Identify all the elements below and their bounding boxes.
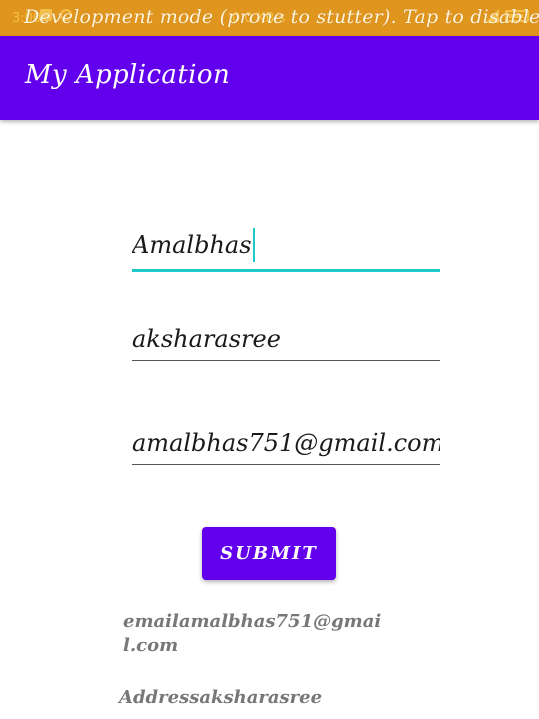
app-bar: My Application <box>0 36 539 120</box>
email-field-value[interactable]: amalbhas751@gmail.com <box>132 426 440 460</box>
app-screen: 3:00 0.0 KB/s Development mode (prone to… <box>0 0 539 719</box>
email-output-text: emailamalbhas751@gmail.com <box>123 611 382 656</box>
name-text: Amalbhas <box>132 231 252 259</box>
email-field-underline <box>132 464 440 465</box>
address-field-value[interactable]: aksharasree <box>132 322 440 356</box>
app-title: My Application <box>25 60 231 90</box>
name-field-underline <box>132 269 440 272</box>
email-field[interactable]: amalbhas751@gmail.com <box>132 426 440 465</box>
address-field[interactable]: aksharasree <box>132 322 440 361</box>
text-cursor <box>252 228 255 262</box>
name-field[interactable]: Amalbhas <box>132 228 440 272</box>
address-output-text: Addressaksharasree <box>119 687 323 708</box>
status-bar: 3:00 0.0 KB/s Development mode (prone to… <box>0 0 539 36</box>
dev-mode-banner[interactable]: Development mode (prone to stutter). Tap… <box>24 6 539 28</box>
name-field-value[interactable]: Amalbhas <box>132 228 440 262</box>
address-field-underline <box>132 360 440 361</box>
submit-button[interactable]: SUBMIT <box>202 527 336 580</box>
